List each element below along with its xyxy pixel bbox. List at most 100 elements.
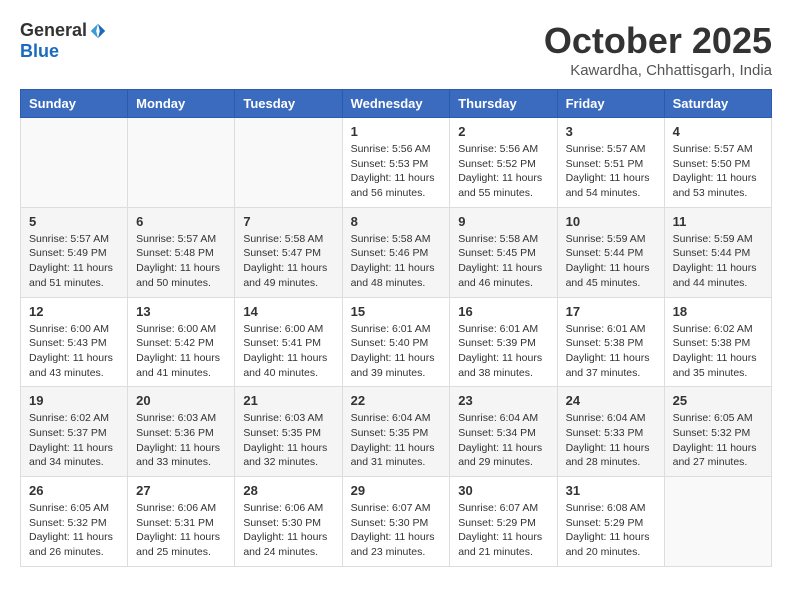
calendar-row-2: 5 Sunrise: 5:57 AM Sunset: 5:49 PM Daylig… bbox=[21, 207, 772, 297]
calendar-table: SundayMondayTuesdayWednesdayThursdayFrid… bbox=[20, 89, 772, 567]
day-number: 24 bbox=[566, 393, 656, 408]
day-number: 17 bbox=[566, 304, 656, 319]
calendar-cell: 7 Sunrise: 5:58 AM Sunset: 5:47 PM Daylig… bbox=[235, 207, 342, 297]
calendar-cell: 6 Sunrise: 5:57 AM Sunset: 5:48 PM Daylig… bbox=[128, 207, 235, 297]
day-info: Sunrise: 6:05 AM Sunset: 5:32 PM Dayligh… bbox=[673, 411, 763, 470]
logo: General Blue bbox=[20, 20, 107, 62]
day-info: Sunrise: 6:04 AM Sunset: 5:34 PM Dayligh… bbox=[458, 411, 548, 470]
day-number: 21 bbox=[243, 393, 333, 408]
day-number: 6 bbox=[136, 214, 226, 229]
calendar-cell: 9Sunrise: 5:58 AM Sunset: 5:45 PM Daylig… bbox=[450, 207, 557, 297]
calendar-cell bbox=[128, 118, 235, 208]
calendar-row-5: 26 Sunrise: 6:05 AM Sunset: 5:32 PM Dayli… bbox=[21, 477, 772, 567]
day-info: Sunrise: 6:08 AM Sunset: 5:29 PM Dayligh… bbox=[566, 501, 656, 560]
day-number: 18 bbox=[673, 304, 763, 319]
day-info: Sunrise: 6:04 AM Sunset: 5:33 PM Dayligh… bbox=[566, 411, 656, 470]
day-number: 3 bbox=[566, 124, 656, 139]
calendar-cell: 8Sunrise: 5:58 AM Sunset: 5:46 PM Daylig… bbox=[342, 207, 450, 297]
day-info: Sunrise: 6:00 AM Sunset: 5:43 PM Dayligh… bbox=[29, 322, 119, 381]
calendar-cell: 16 Sunrise: 6:01 AM Sunset: 5:39 PM Dayli… bbox=[450, 297, 557, 387]
day-number: 5 bbox=[29, 214, 119, 229]
calendar-cell: 29 Sunrise: 6:07 AM Sunset: 5:30 PM Dayli… bbox=[342, 477, 450, 567]
calendar-cell bbox=[21, 118, 128, 208]
calendar-cell: 2 Sunrise: 5:56 AM Sunset: 5:52 PM Daylig… bbox=[450, 118, 557, 208]
calendar-row-3: 12 Sunrise: 6:00 AM Sunset: 5:43 PM Dayli… bbox=[21, 297, 772, 387]
day-number: 19 bbox=[29, 393, 119, 408]
calendar-cell: 19 Sunrise: 6:02 AM Sunset: 5:37 PM Dayli… bbox=[21, 387, 128, 477]
day-info: Sunrise: 5:57 AM Sunset: 5:49 PM Dayligh… bbox=[29, 232, 119, 291]
day-info: Sunrise: 6:07 AM Sunset: 5:29 PM Dayligh… bbox=[458, 501, 548, 560]
weekday-header-row: SundayMondayTuesdayWednesdayThursdayFrid… bbox=[21, 90, 772, 118]
calendar-cell: 11 Sunrise: 5:59 AM Sunset: 5:44 PM Dayli… bbox=[664, 207, 771, 297]
day-info: Sunrise: 6:00 AM Sunset: 5:41 PM Dayligh… bbox=[243, 322, 333, 381]
day-number: 8 bbox=[351, 214, 442, 229]
day-info: Sunrise: 6:04 AM Sunset: 5:35 PM Dayligh… bbox=[351, 411, 442, 470]
weekday-header-tuesday: Tuesday bbox=[235, 90, 342, 118]
calendar-cell: 22Sunrise: 6:04 AM Sunset: 5:35 PM Dayli… bbox=[342, 387, 450, 477]
day-number: 4 bbox=[673, 124, 763, 139]
day-info: Sunrise: 5:56 AM Sunset: 5:52 PM Dayligh… bbox=[458, 142, 548, 201]
day-info: Sunrise: 5:59 AM Sunset: 5:44 PM Dayligh… bbox=[566, 232, 656, 291]
day-number: 11 bbox=[673, 214, 763, 229]
day-number: 20 bbox=[136, 393, 226, 408]
calendar-cell: 27 Sunrise: 6:06 AM Sunset: 5:31 PM Dayli… bbox=[128, 477, 235, 567]
calendar-cell: 23 Sunrise: 6:04 AM Sunset: 5:34 PM Dayli… bbox=[450, 387, 557, 477]
day-number: 31 bbox=[566, 483, 656, 498]
calendar-cell bbox=[235, 118, 342, 208]
day-number: 14 bbox=[243, 304, 333, 319]
calendar-cell: 31 Sunrise: 6:08 AM Sunset: 5:29 PM Dayli… bbox=[557, 477, 664, 567]
calendar-cell: 3Sunrise: 5:57 AM Sunset: 5:51 PM Daylig… bbox=[557, 118, 664, 208]
day-info: Sunrise: 6:02 AM Sunset: 5:37 PM Dayligh… bbox=[29, 411, 119, 470]
day-info: Sunrise: 5:58 AM Sunset: 5:47 PM Dayligh… bbox=[243, 232, 333, 291]
day-number: 27 bbox=[136, 483, 226, 498]
calendar-cell bbox=[664, 477, 771, 567]
calendar-cell: 21 Sunrise: 6:03 AM Sunset: 5:35 PM Dayli… bbox=[235, 387, 342, 477]
day-number: 12 bbox=[29, 304, 119, 319]
day-info: Sunrise: 6:01 AM Sunset: 5:39 PM Dayligh… bbox=[458, 322, 548, 381]
calendar-cell: 13 Sunrise: 6:00 AM Sunset: 5:42 PM Dayli… bbox=[128, 297, 235, 387]
calendar-cell: 30Sunrise: 6:07 AM Sunset: 5:29 PM Dayli… bbox=[450, 477, 557, 567]
calendar-cell: 1 Sunrise: 5:56 AM Sunset: 5:53 PM Daylig… bbox=[342, 118, 450, 208]
calendar-cell: 26 Sunrise: 6:05 AM Sunset: 5:32 PM Dayli… bbox=[21, 477, 128, 567]
calendar-cell: 14 Sunrise: 6:00 AM Sunset: 5:41 PM Dayli… bbox=[235, 297, 342, 387]
day-info: Sunrise: 6:06 AM Sunset: 5:31 PM Dayligh… bbox=[136, 501, 226, 560]
day-number: 7 bbox=[243, 214, 333, 229]
weekday-header-thursday: Thursday bbox=[450, 90, 557, 118]
day-number: 23 bbox=[458, 393, 548, 408]
weekday-header-monday: Monday bbox=[128, 90, 235, 118]
day-number: 2 bbox=[458, 124, 548, 139]
day-info: Sunrise: 6:01 AM Sunset: 5:40 PM Dayligh… bbox=[351, 322, 442, 381]
day-number: 28 bbox=[243, 483, 333, 498]
logo-blue-text: Blue bbox=[20, 41, 59, 61]
calendar-cell: 24 Sunrise: 6:04 AM Sunset: 5:33 PM Dayli… bbox=[557, 387, 664, 477]
logo-general: General bbox=[20, 20, 87, 41]
calendar-row-1: 1 Sunrise: 5:56 AM Sunset: 5:53 PM Daylig… bbox=[21, 118, 772, 208]
day-info: Sunrise: 6:05 AM Sunset: 5:32 PM Dayligh… bbox=[29, 501, 119, 560]
calendar-cell: 28 Sunrise: 6:06 AM Sunset: 5:30 PM Dayli… bbox=[235, 477, 342, 567]
day-info: Sunrise: 5:59 AM Sunset: 5:44 PM Dayligh… bbox=[673, 232, 763, 291]
calendar-cell: 15 Sunrise: 6:01 AM Sunset: 5:40 PM Dayli… bbox=[342, 297, 450, 387]
day-info: Sunrise: 5:57 AM Sunset: 5:50 PM Dayligh… bbox=[673, 142, 763, 201]
day-info: Sunrise: 6:00 AM Sunset: 5:42 PM Dayligh… bbox=[136, 322, 226, 381]
day-info: Sunrise: 6:02 AM Sunset: 5:38 PM Dayligh… bbox=[673, 322, 763, 381]
day-number: 9 bbox=[458, 214, 548, 229]
calendar-cell: 5 Sunrise: 5:57 AM Sunset: 5:49 PM Daylig… bbox=[21, 207, 128, 297]
day-number: 1 bbox=[351, 124, 442, 139]
title-block: October 2025 Kawardha, Chhattisgarh, Ind… bbox=[544, 20, 772, 79]
weekday-header-wednesday: Wednesday bbox=[342, 90, 450, 118]
day-number: 15 bbox=[351, 304, 442, 319]
day-number: 16 bbox=[458, 304, 548, 319]
day-info: Sunrise: 6:07 AM Sunset: 5:30 PM Dayligh… bbox=[351, 501, 442, 560]
day-number: 26 bbox=[29, 483, 119, 498]
calendar-cell: 4 Sunrise: 5:57 AM Sunset: 5:50 PM Daylig… bbox=[664, 118, 771, 208]
day-info: Sunrise: 6:01 AM Sunset: 5:38 PM Dayligh… bbox=[566, 322, 656, 381]
page-header: General Blue October 2025 Kawardha, Chha… bbox=[20, 20, 772, 79]
location-text: Kawardha, Chhattisgarh, India bbox=[544, 62, 772, 79]
day-info: Sunrise: 6:03 AM Sunset: 5:35 PM Dayligh… bbox=[243, 411, 333, 470]
weekday-header-sunday: Sunday bbox=[21, 90, 128, 118]
day-number: 13 bbox=[136, 304, 226, 319]
day-number: 29 bbox=[351, 483, 442, 498]
day-info: Sunrise: 5:56 AM Sunset: 5:53 PM Dayligh… bbox=[351, 142, 442, 201]
day-info: Sunrise: 5:57 AM Sunset: 5:48 PM Dayligh… bbox=[136, 232, 226, 291]
day-info: Sunrise: 6:06 AM Sunset: 5:30 PM Dayligh… bbox=[243, 501, 333, 560]
